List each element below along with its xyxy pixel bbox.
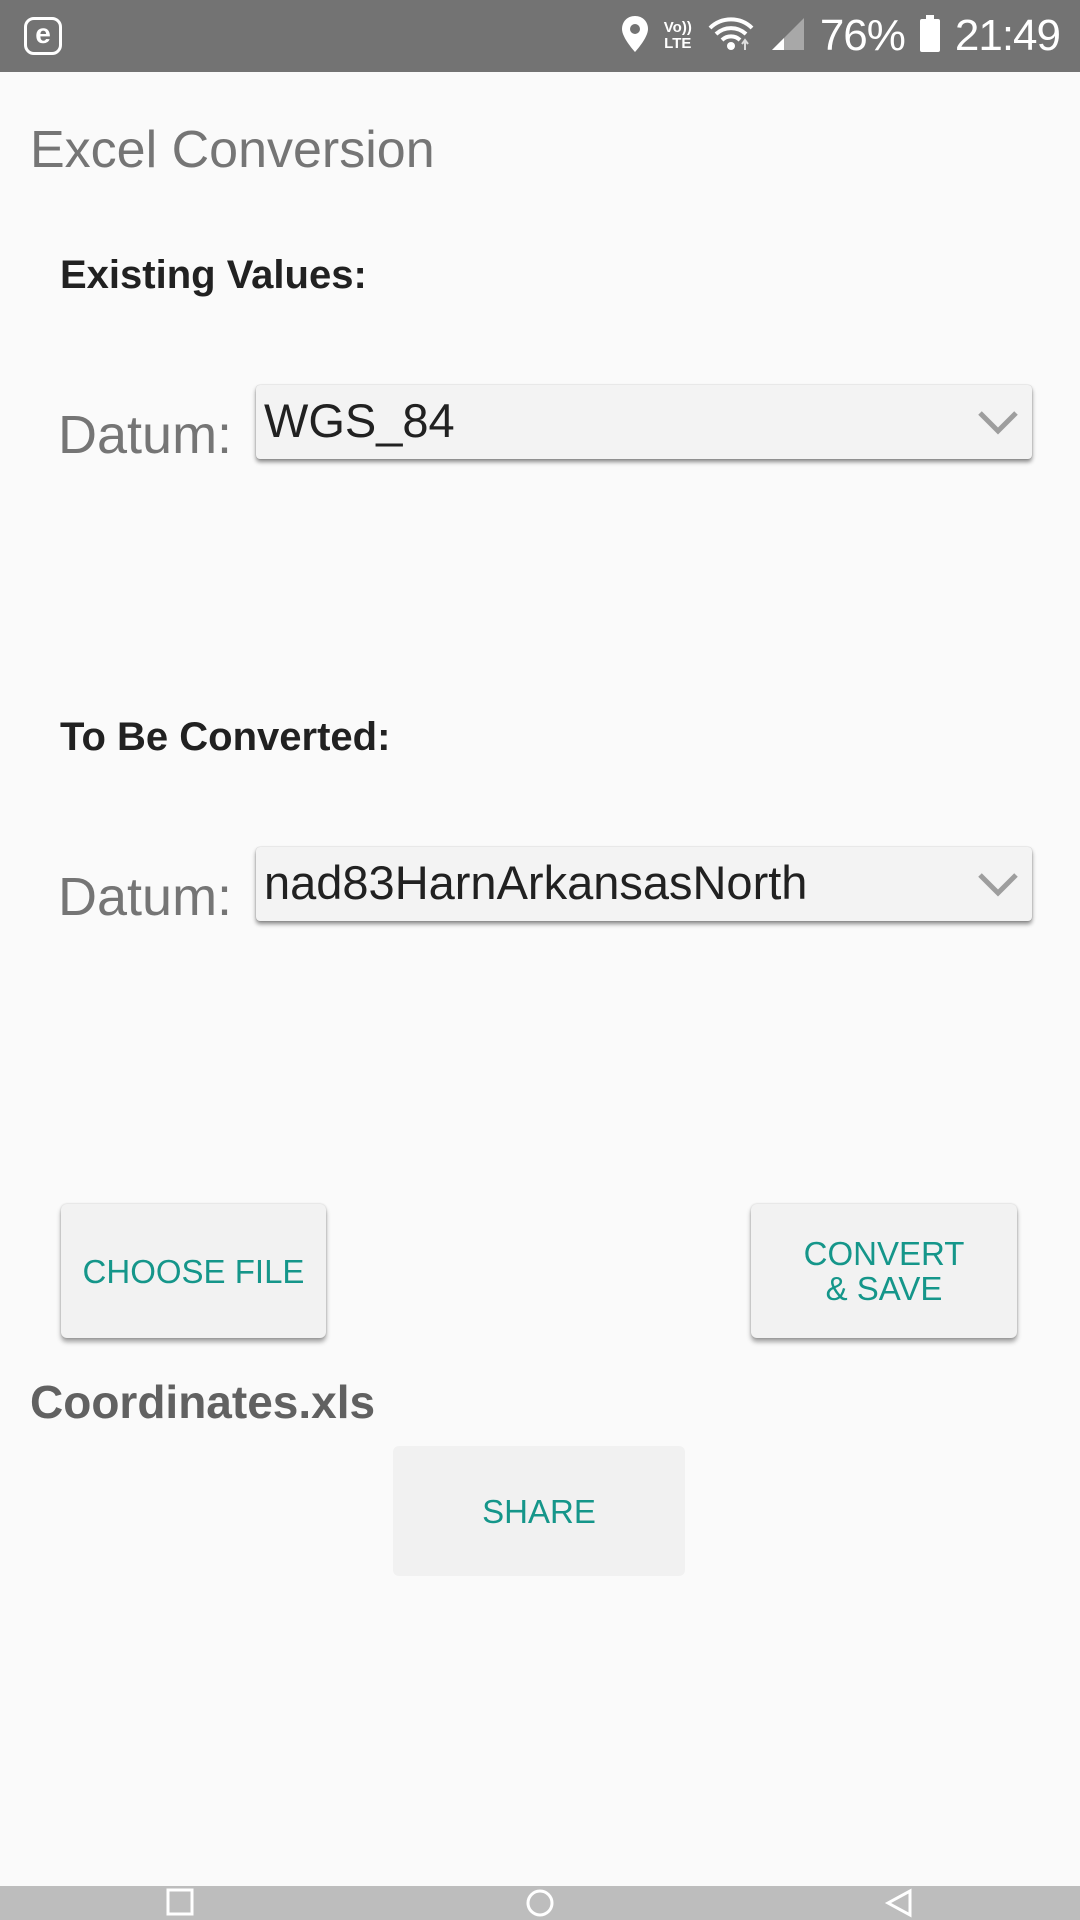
wifi-icon [706,14,756,59]
converted-datum-dropdown[interactable]: nad83HarnArkansasNorth [256,847,1032,921]
clock: 21:49 [954,11,1061,60]
chevron-down-icon [976,407,1020,437]
status-bar: e Vo)) LTE 76% 21:49 [0,0,1080,72]
existing-datum-dropdown[interactable]: WGS_84 [256,385,1032,459]
selected-file-name: Coordinates.xls [30,1376,376,1428]
existing-values-label: Existing Values: [60,253,367,297]
choose-file-button[interactable]: CHOOSE FILE [61,1204,326,1338]
location-icon [620,14,650,59]
page-title: Excel Conversion [30,121,435,179]
home-icon[interactable] [525,1888,555,1920]
signal-icon [770,16,806,57]
back-icon[interactable] [884,1888,914,1920]
convert-save-button[interactable]: CONVERT & SAVE [751,1204,1017,1338]
choose-file-label: CHOOSE FILE [82,1252,305,1290]
share-button[interactable]: SHARE [393,1446,685,1576]
volte-text: Vo)) [663,19,692,36]
existing-datum-value: WGS_84 [264,394,455,447]
lte-text: LTE [664,35,692,52]
converted-datum-value: nad83HarnArkansasNorth [264,856,808,909]
existing-datum-label: Datum: [58,405,233,465]
to-be-converted-label: To Be Converted: [60,715,391,759]
battery-icon [919,14,941,58]
volte-icon: Vo)) LTE [664,20,692,52]
app-notification-icon: e [24,17,62,55]
recent-apps-icon[interactable] [166,1888,194,1920]
status-icons: Vo)) LTE 76% 21:49 [620,0,1061,72]
battery-percent: 76% [819,11,906,60]
share-label: SHARE [482,1492,596,1530]
converted-datum-label: Datum: [58,867,233,927]
navigation-bar [0,1886,1080,1920]
app-notification-letter: e [35,18,51,49]
chevron-down-icon [976,869,1020,899]
screen: e Vo)) LTE 76% 21:49 Excel Conversion Ex… [0,0,1080,1920]
convert-save-label: CONVERT & SAVE [803,1235,965,1307]
